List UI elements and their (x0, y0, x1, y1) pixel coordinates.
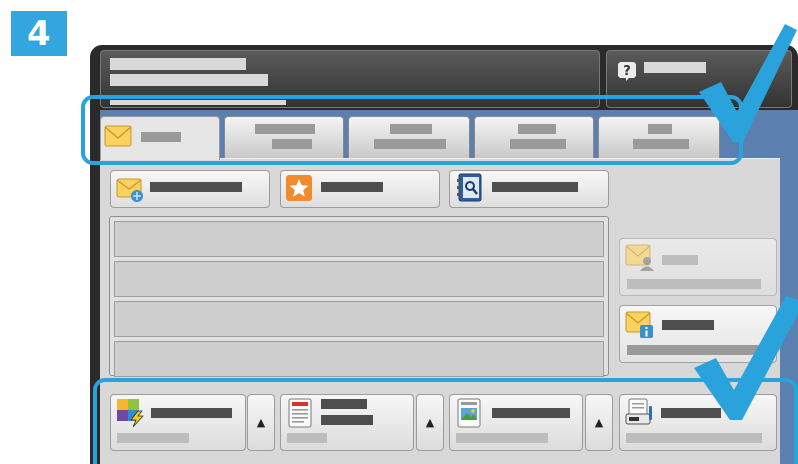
star-icon (286, 175, 312, 201)
list-row[interactable] (114, 261, 604, 297)
from-label (662, 255, 698, 265)
from-value (627, 279, 761, 289)
list-row[interactable] (114, 221, 604, 257)
recipient-list[interactable] (109, 216, 609, 377)
list-row[interactable] (114, 301, 604, 337)
step-number-badge: 4 (11, 11, 67, 56)
tabs-highlight-outline (81, 95, 743, 165)
address-book-icon (457, 173, 482, 202)
address-book-label (492, 182, 578, 192)
favorites-label (321, 182, 383, 192)
envelope-person-icon (625, 244, 654, 271)
help-glyph: ? (623, 64, 631, 79)
checkmark-icon (699, 24, 797, 142)
new-recipient-label (150, 182, 242, 192)
help-icon[interactable]: ? (617, 60, 637, 82)
header-title-placeholder (110, 58, 246, 70)
header-subtitle-placeholder (110, 74, 268, 86)
envelope-add-icon (116, 178, 143, 202)
list-row[interactable] (114, 341, 604, 377)
checkmark-icon (694, 296, 798, 420)
envelope-info-icon (625, 311, 653, 338)
